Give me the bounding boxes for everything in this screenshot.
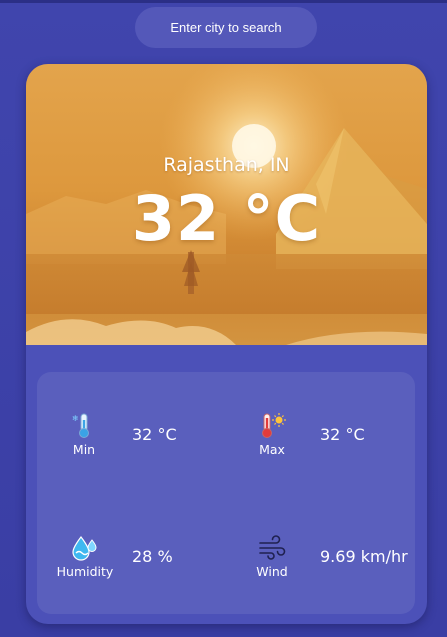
stat-max-label: Max [259, 442, 285, 457]
location-name: Rajasthan, IN [163, 154, 290, 176]
stat-min-label: Min [72, 442, 96, 457]
stat-humidity: Humidity 28 % [55, 532, 235, 592]
weather-hero: Rajasthan, IN 32 °C [26, 64, 427, 345]
svg-text:❄: ❄ [72, 414, 79, 423]
stat-wind-value: 9.69 km/hr [320, 547, 408, 566]
stat-max-value: 32 °C [320, 425, 365, 444]
weather-stats-panel: ❄ Min 32 °C Max 32 °C Humidity 28 % Wind… [37, 372, 415, 614]
current-temperature: 32 °C [131, 182, 322, 255]
stat-max: Max 32 °C [249, 410, 427, 470]
stat-humidity-label: Humidity [56, 564, 114, 579]
city-search-input[interactable] [135, 7, 317, 48]
stat-min-value: 32 °C [132, 425, 177, 444]
weather-app: Rajasthan, IN 32 °C ❄ Min 32 °C [0, 0, 447, 637]
wind-icon [257, 534, 287, 562]
stat-wind: Wind 9.69 km/hr [249, 532, 427, 592]
stat-humidity-value: 28 % [132, 547, 173, 566]
humidity-icon [69, 534, 99, 562]
thermometer-cold-icon: ❄ [69, 412, 99, 440]
stat-wind-label: Wind [256, 564, 288, 579]
window-top-edge [0, 0, 447, 3]
stat-min: ❄ Min 32 °C [61, 410, 241, 470]
thermometer-hot-icon [257, 412, 287, 440]
weather-card: Rajasthan, IN 32 °C ❄ Min 32 °C Max 32 °… [26, 64, 427, 624]
